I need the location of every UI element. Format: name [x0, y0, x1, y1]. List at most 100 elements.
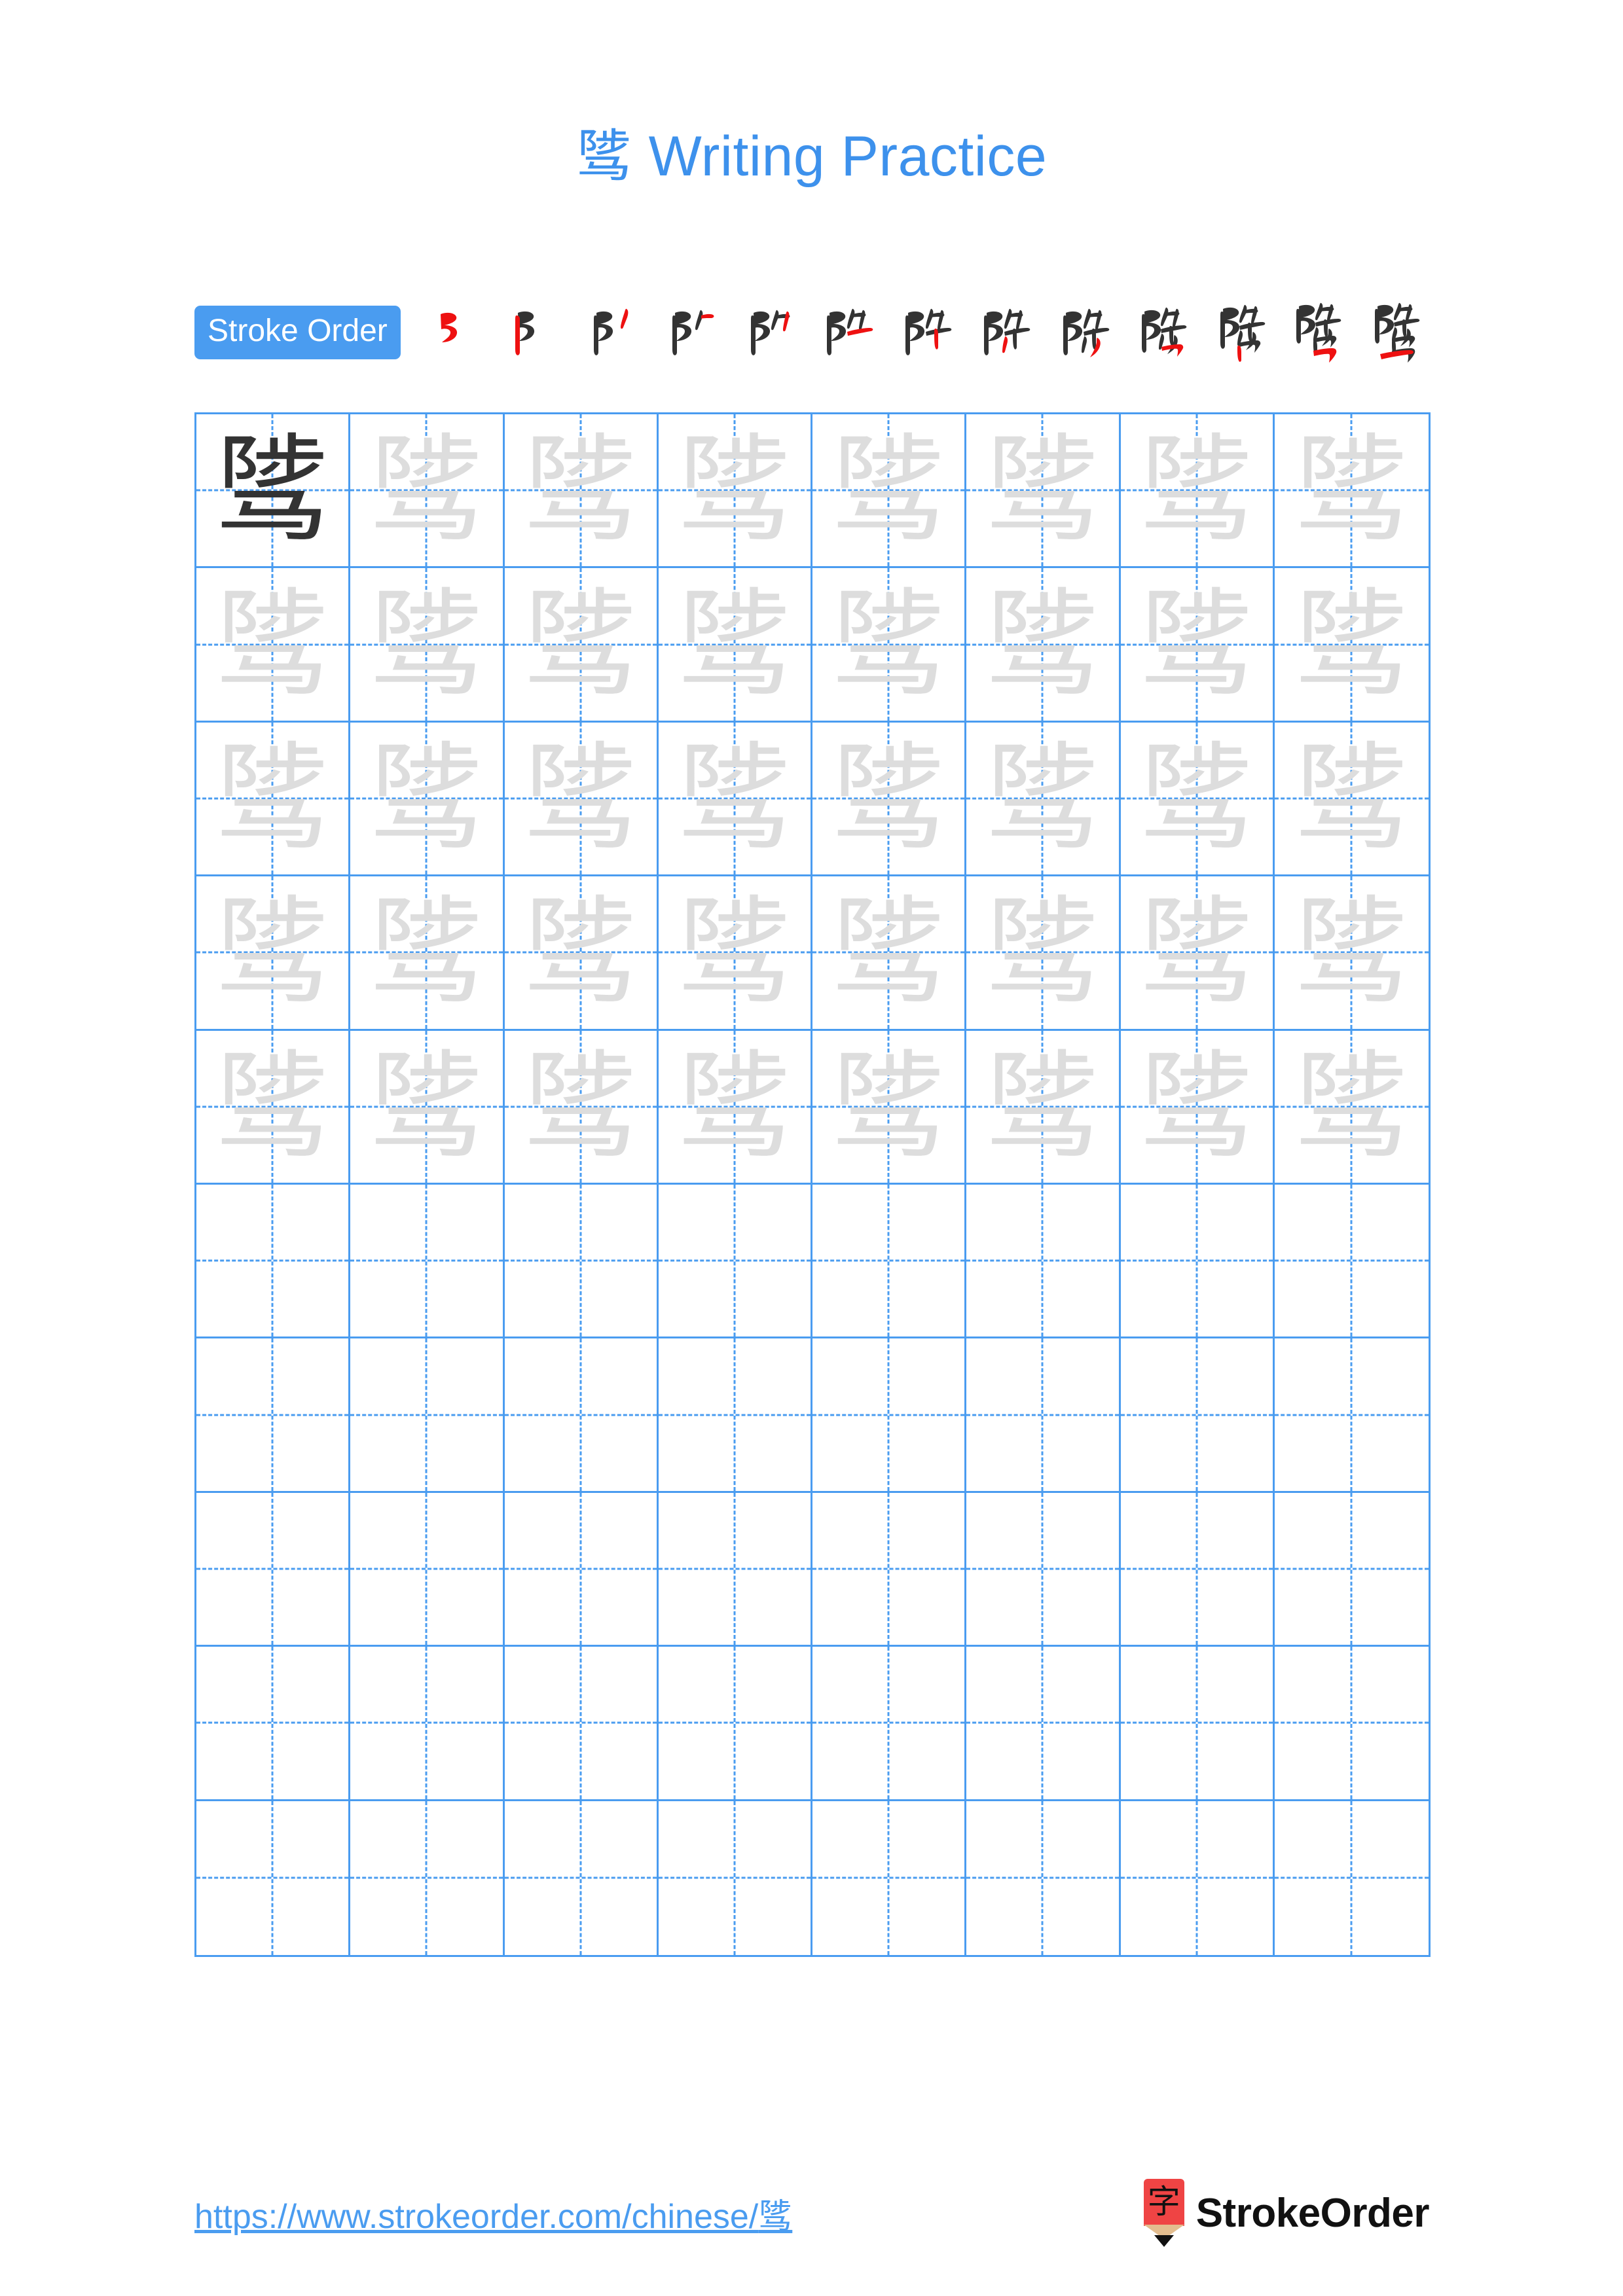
stroke-step-12-glyph [1296, 302, 1341, 363]
stroke-step-4-glyph [672, 310, 714, 355]
practice-cell[interactable]: 骘 [1275, 1031, 1429, 1183]
practice-cell[interactable]: 骘 [659, 876, 812, 1029]
practice-cell[interactable] [659, 1184, 812, 1337]
practice-cell[interactable] [966, 1492, 1121, 1645]
practice-cell[interactable]: 骘 [196, 568, 351, 721]
practice-cell[interactable] [659, 1647, 812, 1799]
practice-cell[interactable] [1121, 1647, 1275, 1799]
practice-cell[interactable]: 骘 [505, 1030, 659, 1183]
practice-cell[interactable]: 骘 [1275, 568, 1429, 720]
practice-cell[interactable] [966, 1338, 1121, 1491]
practice-cell[interactable]: 骘 [1121, 876, 1275, 1029]
page-footer: https://www.strokeorder.com/chinese/骘 字 … [194, 2177, 1431, 2255]
practice-cell[interactable]: 骘 [196, 876, 351, 1029]
practice-cell[interactable] [1275, 1338, 1429, 1490]
practice-cell[interactable]: 骘 [350, 414, 505, 567]
practice-cell[interactable] [812, 1338, 967, 1491]
practice-cell[interactable]: 骘 [966, 414, 1121, 567]
practice-cell[interactable] [812, 1647, 967, 1799]
practice-cell[interactable]: 骘 [505, 876, 659, 1029]
practice-cell[interactable] [966, 1801, 1121, 1955]
practice-cell[interactable] [1121, 1184, 1275, 1337]
practice-character-trace: 骘 [522, 576, 639, 712]
practice-cell[interactable]: 骘 [350, 1030, 505, 1183]
practice-cell[interactable]: 骘 [812, 876, 967, 1029]
practice-cell[interactable] [196, 1801, 351, 1955]
practice-cell[interactable]: 骘 [196, 414, 351, 567]
practice-cell[interactable] [1121, 1801, 1275, 1955]
source-url-link[interactable]: https://www.strokeorder.com/chinese/骘 [194, 2189, 792, 2238]
practice-cell[interactable] [659, 1492, 812, 1645]
practice-grid-row [196, 1801, 1429, 1955]
practice-cell[interactable] [1275, 1801, 1429, 1955]
practice-character-trace: 骘 [368, 576, 485, 712]
practice-cell[interactable]: 骘 [505, 414, 659, 567]
practice-cell[interactable] [505, 1184, 659, 1337]
stroke-step-8 [965, 302, 1037, 363]
practice-cell[interactable] [350, 1647, 505, 1799]
practice-cell[interactable]: 骘 [659, 414, 812, 567]
practice-cell[interactable] [196, 1647, 351, 1799]
practice-cell[interactable]: 骘 [350, 876, 505, 1029]
practice-cell[interactable] [350, 1338, 505, 1491]
practice-grid-row [196, 1338, 1429, 1493]
practice-cell[interactable] [659, 1338, 812, 1491]
practice-cell[interactable]: 骘 [812, 414, 967, 567]
practice-cell[interactable]: 骘 [1275, 414, 1429, 566]
practice-cell[interactable]: 骘 [350, 722, 505, 875]
practice-cell[interactable]: 骘 [1121, 1030, 1275, 1183]
practice-cell[interactable]: 骘 [196, 1030, 351, 1183]
practice-cell[interactable] [1275, 1493, 1429, 1645]
practice-character-trace: 骘 [214, 730, 331, 866]
practice-cell[interactable] [812, 1801, 967, 1955]
practice-cell[interactable]: 骘 [966, 876, 1121, 1029]
practice-cell[interactable] [659, 1801, 812, 1955]
practice-cell[interactable]: 骘 [505, 722, 659, 875]
logo-wordmark: StrokeOrder [1195, 2190, 1430, 2236]
practice-cell[interactable]: 骘 [966, 722, 1121, 875]
practice-cell[interactable]: 骘 [1121, 568, 1275, 721]
practice-cell[interactable]: 骘 [812, 722, 967, 875]
practice-cell[interactable]: 骘 [812, 1030, 967, 1183]
practice-cell[interactable] [812, 1492, 967, 1645]
practice-grid-row: 骘骘骘骘骘骘骘骘 [196, 414, 1429, 569]
practice-cell[interactable] [966, 1184, 1121, 1337]
practice-cell[interactable] [350, 1492, 505, 1645]
practice-cell[interactable]: 骘 [966, 568, 1121, 721]
practice-cell[interactable]: 骘 [1121, 722, 1275, 875]
worksheet-page: 骘 Writing Practice Stroke Order 骘 骘 骘 骘 … [0, 0, 1623, 2296]
practice-cell[interactable] [196, 1492, 351, 1645]
practice-cell[interactable]: 骘 [1275, 723, 1429, 874]
practice-cell[interactable] [1121, 1338, 1275, 1491]
strokeorder-logo[interactable]: 字 StrokeOrder [1143, 2177, 1430, 2249]
practice-cell[interactable] [966, 1647, 1121, 1799]
practice-character-trace: 骘 [368, 422, 485, 558]
practice-character-trace: 骘 [676, 730, 793, 866]
practice-cell[interactable] [505, 1801, 659, 1955]
practice-cell[interactable] [1275, 1185, 1429, 1336]
practice-cell[interactable] [350, 1801, 505, 1955]
practice-grid-row [196, 1647, 1429, 1801]
practice-cell[interactable] [812, 1184, 967, 1337]
practice-cell[interactable]: 骘 [659, 1030, 812, 1183]
practice-cell[interactable] [505, 1338, 659, 1491]
practice-cell[interactable] [505, 1647, 659, 1799]
pencil-tip [1154, 2235, 1174, 2247]
practice-cell[interactable]: 骘 [196, 722, 351, 875]
practice-cell[interactable]: 骘 [505, 568, 659, 721]
practice-cell[interactable] [196, 1184, 351, 1337]
practice-cell[interactable] [1275, 1647, 1429, 1799]
practice-cell[interactable]: 骘 [350, 568, 505, 721]
practice-cell[interactable] [1121, 1492, 1275, 1645]
practice-cell[interactable]: 骘 [1275, 876, 1429, 1028]
practice-cell[interactable]: 骘 [659, 568, 812, 721]
practice-cell[interactable]: 骘 [966, 1030, 1121, 1183]
practice-cell[interactable]: 骘 [812, 568, 967, 721]
practice-cell[interactable]: 骘 [1121, 414, 1275, 567]
practice-cell[interactable] [196, 1338, 351, 1491]
practice-cell[interactable] [505, 1492, 659, 1645]
practice-grid-row: 骘骘骘骘骘骘骘骘 [196, 876, 1429, 1031]
practice-character-trace: 骘 [1293, 1038, 1410, 1174]
practice-cell[interactable] [350, 1184, 505, 1337]
practice-cell[interactable]: 骘 [659, 722, 812, 875]
